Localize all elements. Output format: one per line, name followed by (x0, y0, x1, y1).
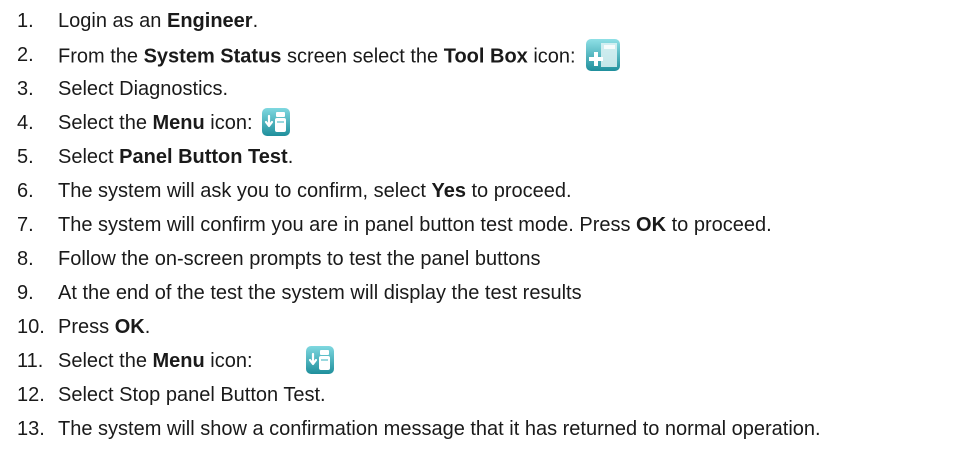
step-text: The system will confirm you are in panel… (58, 214, 772, 236)
menu-icon (261, 107, 291, 137)
step-number: 10. (17, 316, 45, 338)
step-text: The system will show a confirmation mess… (58, 418, 821, 440)
step-text: Select Panel Button Test. (58, 146, 294, 168)
step-number: 9. (17, 282, 34, 304)
step-number: 11. (17, 350, 44, 372)
step-text: Select the Menu icon: (58, 344, 335, 378)
step-text: Login as an Engineer. (58, 10, 259, 32)
step-12: 12. Select Stop panel Button Test. (0, 378, 973, 412)
step-11: 11. Select the Menu icon: (0, 344, 973, 378)
step-5: 5. Select Panel Button Test. (0, 140, 973, 174)
step-10: 10. Press OK. (0, 310, 973, 344)
step-text: From the System Status screen select the… (58, 38, 622, 76)
step-number: 7. (17, 214, 34, 236)
step-2: 2. From the System Status screen select … (0, 38, 973, 72)
step-7: 7. The system will confirm you are in pa… (0, 208, 973, 242)
step-number: 3. (17, 78, 34, 100)
instruction-list: 1. Login as an Engineer. 2. From the Sys… (0, 0, 973, 446)
step-text: At the end of the test the system will d… (58, 282, 582, 304)
step-13: 13. The system will show a confirmation … (0, 412, 973, 446)
step-number: 2. (17, 44, 34, 66)
step-1: 1. Login as an Engineer. (0, 4, 973, 38)
step-number: 8. (17, 248, 34, 270)
step-9: 9. At the end of the test the system wil… (0, 276, 973, 310)
step-4: 4. Select the Menu icon: (0, 106, 973, 140)
step-6: 6. The system will ask you to confirm, s… (0, 174, 973, 208)
step-number: 4. (17, 112, 34, 134)
step-3: 3. Select Diagnostics. (0, 72, 973, 106)
step-number: 5. (17, 146, 34, 168)
step-8: 8. Follow the on-screen prompts to test … (0, 242, 973, 276)
menu-icon (305, 345, 335, 375)
step-text: Select the Menu icon: (58, 106, 291, 140)
step-number: 13. (17, 418, 45, 440)
step-text: Select Stop panel Button Test. (58, 384, 326, 406)
step-text: Press OK. (58, 316, 151, 338)
toolbox-icon (584, 36, 622, 74)
step-number: 6. (17, 180, 34, 202)
step-text: Select Diagnostics. (58, 78, 229, 100)
step-number: 1. (17, 10, 34, 32)
step-number: 12. (17, 384, 45, 406)
step-text: The system will ask you to confirm, sele… (58, 180, 572, 202)
step-text: Follow the on-screen prompts to test the… (58, 248, 541, 270)
